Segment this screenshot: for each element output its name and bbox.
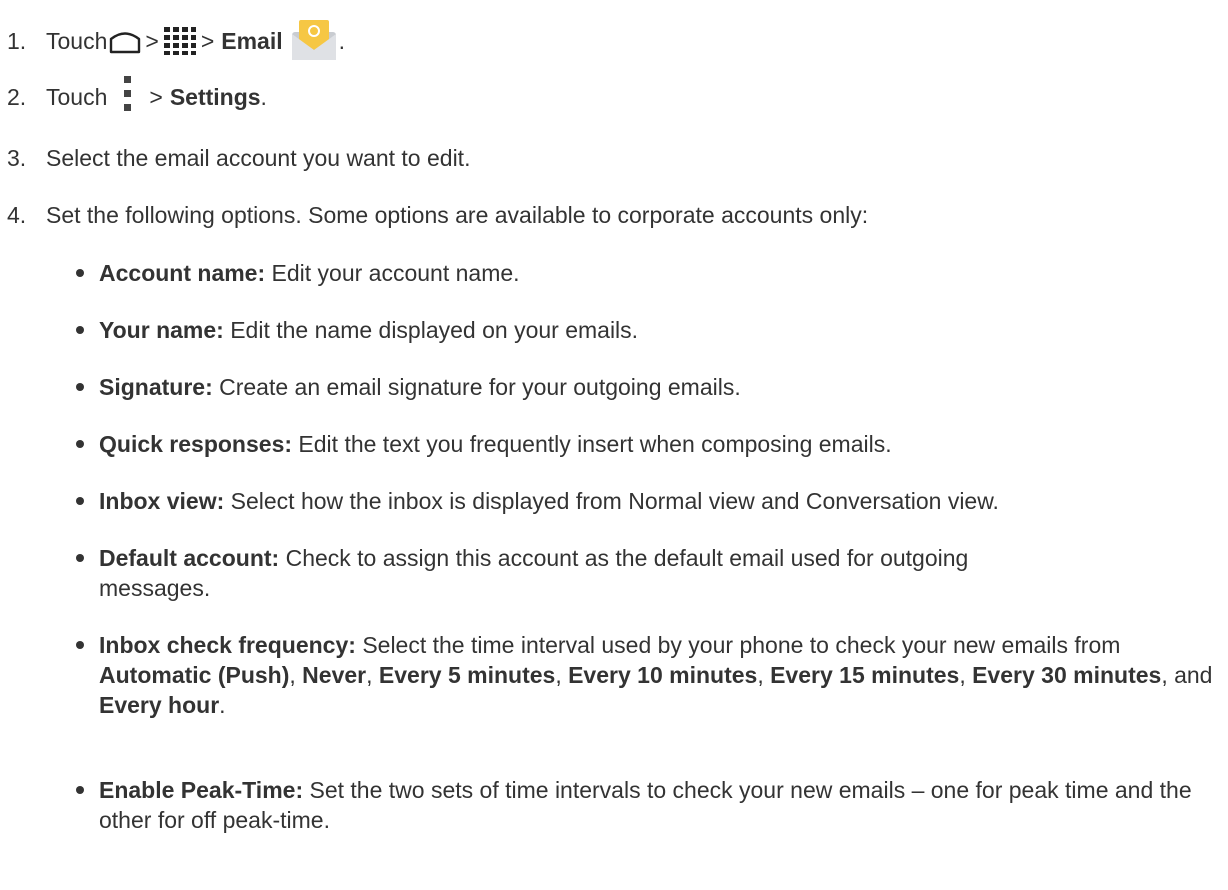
step-number: 1. (7, 28, 27, 54)
choice-automatic-push: Automatic (Push) (99, 662, 290, 688)
bullet-dot (76, 440, 84, 448)
choice-every-30-minutes: Every 30 minutes (972, 662, 1162, 688)
step-text: Set the following options. Some options … (46, 202, 869, 228)
option-label: Inbox check frequency: (99, 632, 356, 658)
option-inbox-view: Inbox view: Select how the inbox is disp… (76, 486, 1216, 516)
email-icon (291, 20, 336, 60)
step-end-punct: . (338, 28, 346, 54)
option-desc: Edit the text you frequently insert when… (298, 431, 892, 457)
option-desc: Select the time interval used by your ph… (362, 632, 1121, 658)
separator: > (149, 84, 163, 110)
option-label: Signature: (99, 374, 213, 400)
bullet-dot (76, 269, 84, 277)
bullet-dot (76, 554, 84, 562)
choice-every-15-minutes: Every 15 minutes (770, 662, 960, 688)
option-desc: Edit the name displayed on your emails. (230, 317, 639, 343)
option-label: Account name: (99, 260, 266, 286)
step-number: 4. (7, 202, 27, 228)
step-1: 1. Touch > > Email . (7, 18, 345, 64)
step-3: 3. Select the email account you want to … (7, 143, 470, 173)
option-label: Your name: (99, 317, 224, 343)
option-label: Quick responses: (99, 431, 293, 457)
option-account-name: Account name: Edit your account name. (76, 258, 1216, 288)
step-text: Select the email account you want to edi… (46, 145, 471, 171)
step-end-punct: . (260, 84, 267, 110)
list-and: , and (1161, 662, 1213, 688)
choice-every-hour: Every hour (99, 692, 220, 718)
step-2: 2. Touch > Settings . (7, 74, 267, 120)
separator: > (200, 28, 215, 54)
step-number: 2. (7, 84, 27, 110)
option-desc: Create an email signature for your outgo… (219, 374, 741, 400)
bullet-dot (76, 326, 84, 334)
list-comma: , (757, 662, 764, 688)
end-punct: . (219, 692, 226, 718)
step-number: 3. (7, 145, 27, 171)
option-your-name: Your name: Edit the name displayed on yo… (76, 315, 1216, 345)
step-text: Touch (46, 84, 108, 110)
apps-grid-icon (163, 27, 196, 55)
list-comma: , (555, 662, 562, 688)
option-signature: Signature: Create an email signature for… (76, 372, 1216, 402)
menu-overflow-icon (124, 76, 132, 111)
bullet-dot (76, 786, 84, 794)
bullet-dot (76, 641, 84, 649)
separator: > (145, 28, 159, 54)
bullet-dot (76, 497, 84, 505)
option-label: Enable Peak-Time: (99, 777, 304, 803)
option-label: Inbox view: (99, 488, 225, 514)
option-quick-responses: Quick responses: Edit the text you frequ… (76, 429, 1216, 459)
option-default-account: Default account: Check to assign this ac… (76, 543, 1076, 603)
option-label: Default account: (99, 545, 280, 571)
step-text: Touch (46, 28, 108, 54)
bullet-dot (76, 383, 84, 391)
choice-every-10-minutes: Every 10 minutes (568, 662, 758, 688)
option-desc: Select how the inbox is displayed from N… (230, 488, 999, 514)
choice-never: Never (302, 662, 367, 688)
step-4: 4. Set the following options. Some optio… (7, 200, 868, 230)
settings-label: Settings (169, 84, 261, 110)
option-inbox-check-frequency: Inbox check frequency: Select the time i… (76, 630, 1226, 720)
home-icon (110, 32, 141, 54)
option-enable-peak-time: Enable Peak-Time: Set the two sets of ti… (76, 775, 1226, 835)
option-desc: Edit your account name. (271, 260, 520, 286)
list-comma: , (959, 662, 966, 688)
instructions-document: 1. Touch > > Email . 2. Touch > Settings… (0, 0, 1228, 890)
email-app-label: Email (221, 28, 283, 54)
list-comma: , (366, 662, 373, 688)
list-comma: , (289, 662, 296, 688)
choice-every-5-minutes: Every 5 minutes (378, 662, 556, 688)
